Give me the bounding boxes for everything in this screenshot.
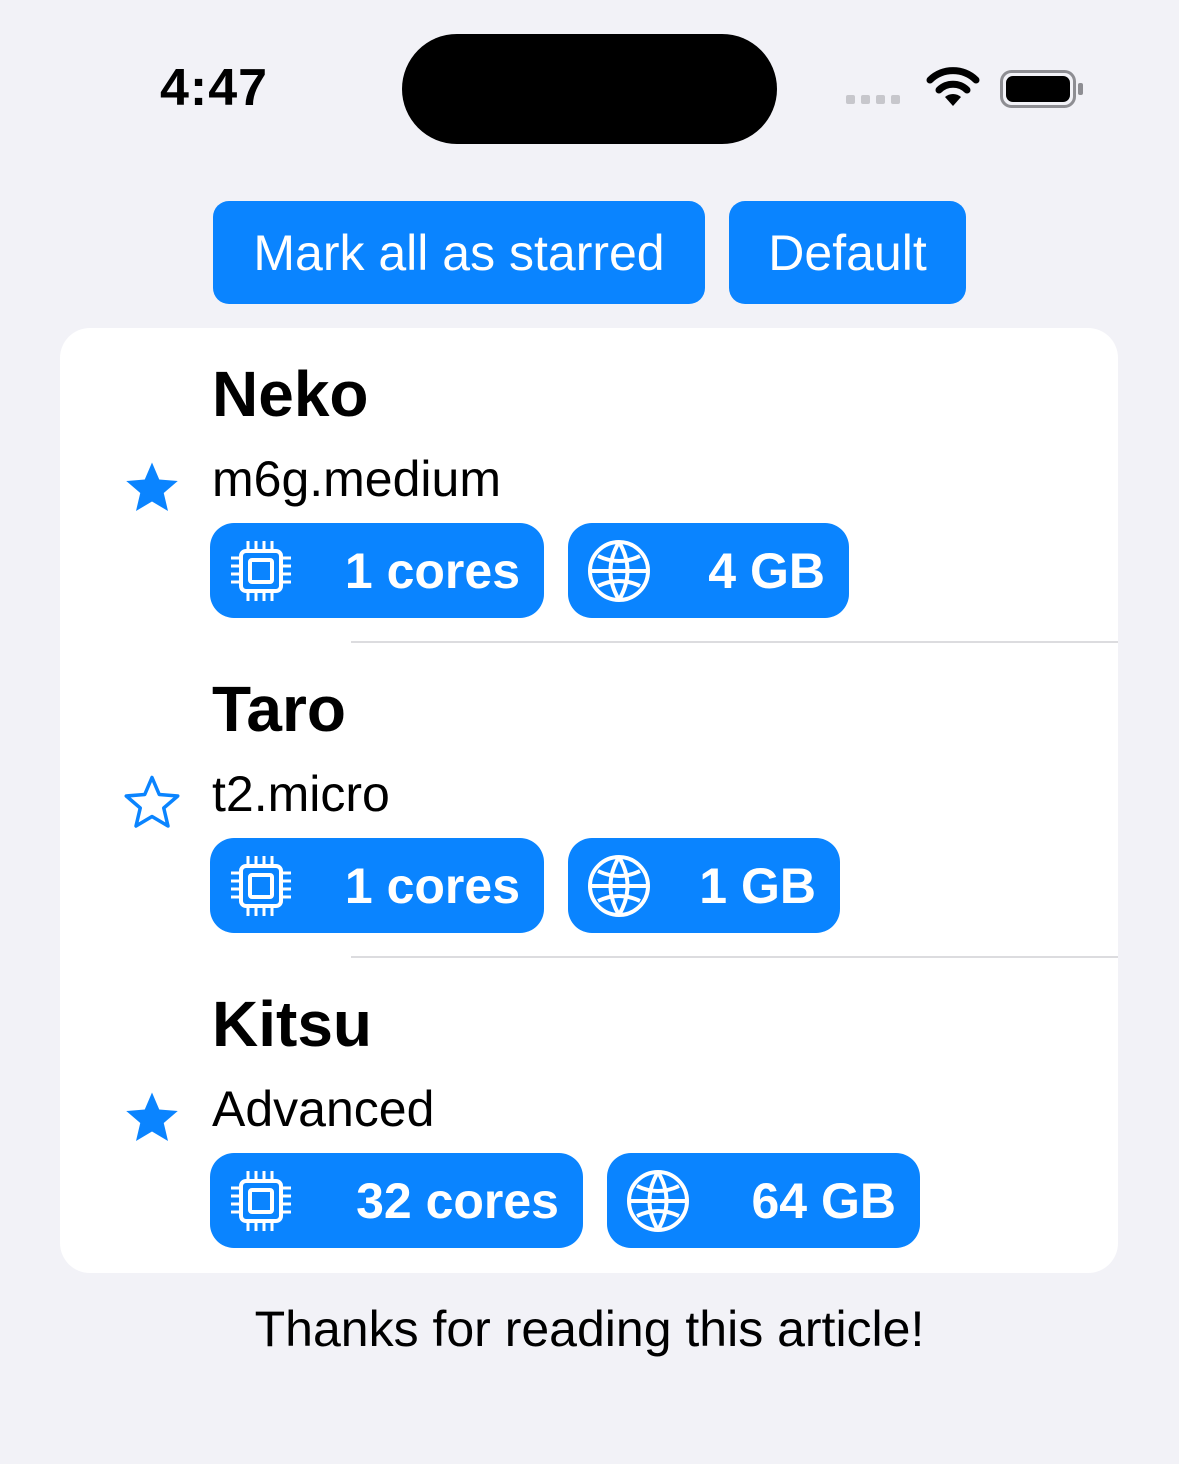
cores-value: 1 cores xyxy=(344,857,520,914)
cpu-icon xyxy=(231,1171,291,1231)
memory-badge: 4 GB xyxy=(568,523,849,618)
wifi-icon xyxy=(926,67,980,106)
list-item[interactable]: Neko m6g.medium 1 cores 4 GB xyxy=(60,328,1118,643)
status-time: 4:47 xyxy=(160,59,269,117)
server-type: t2.micro xyxy=(212,766,390,822)
status-bar: 4:47 xyxy=(0,0,1179,150)
cores-badge: 1 cores xyxy=(210,523,544,618)
server-name: Taro xyxy=(212,673,346,745)
cpu-icon xyxy=(231,856,291,916)
cellular-signal-icon xyxy=(846,95,900,104)
server-type: Advanced xyxy=(212,1081,435,1137)
star-filled-icon[interactable] xyxy=(122,458,182,518)
list-item[interactable]: Taro t2.micro 1 cores 1 GB xyxy=(60,643,1118,958)
server-list: Neko m6g.medium 1 cores 4 GB Taro t2.mic… xyxy=(60,328,1118,1273)
star-filled-icon[interactable] xyxy=(122,1088,182,1148)
cores-value: 32 cores xyxy=(356,1172,559,1229)
default-button[interactable]: Default xyxy=(729,201,966,304)
server-type: m6g.medium xyxy=(212,451,501,507)
memory-badge: 1 GB xyxy=(568,838,840,933)
dynamic-island xyxy=(402,34,777,144)
mark-all-starred-button[interactable]: Mark all as starred xyxy=(213,201,705,304)
cores-badge: 32 cores xyxy=(210,1153,583,1248)
cpu-icon xyxy=(231,541,291,601)
cores-badge: 1 cores xyxy=(210,838,544,933)
globe-icon xyxy=(588,540,650,602)
memory-value: 1 GB xyxy=(699,857,816,914)
globe-icon xyxy=(627,1170,689,1232)
battery-icon xyxy=(1000,70,1083,108)
memory-badge: 64 GB xyxy=(607,1153,920,1248)
server-name: Kitsu xyxy=(212,988,372,1060)
footer-text: Thanks for reading this article! xyxy=(254,1301,925,1357)
cores-value: 1 cores xyxy=(344,542,520,599)
toolbar: Mark all as starred Default xyxy=(0,201,1179,304)
memory-value: 4 GB xyxy=(708,542,825,599)
list-item[interactable]: Kitsu Advanced 32 cores 64 GB xyxy=(60,958,1118,1273)
server-name: Neko xyxy=(212,358,369,430)
star-outline-icon[interactable] xyxy=(122,773,182,833)
memory-value: 64 GB xyxy=(751,1172,896,1229)
globe-icon xyxy=(588,855,650,917)
